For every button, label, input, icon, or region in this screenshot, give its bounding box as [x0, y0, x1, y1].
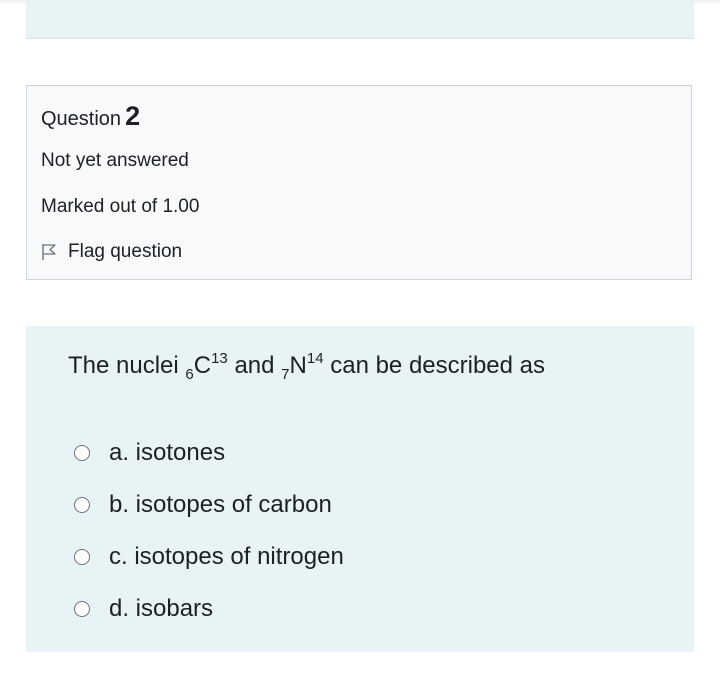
previous-question-content-bottom — [26, 0, 694, 39]
answer-option-b[interactable]: b. isotopes of carbon — [74, 479, 344, 531]
question-info-panel: Question 2 Not yet answered Marked out of… — [26, 85, 692, 280]
answer-option-a[interactable]: a. isotones — [74, 427, 344, 479]
question-state: Not yet answered — [41, 150, 189, 171]
question-text-start: The nuclei — [68, 352, 186, 379]
radio-button[interactable] — [74, 549, 90, 565]
answer-label: b. isotopes of carbon — [109, 491, 332, 518]
question-text-end: can be described as — [323, 352, 546, 379]
radio-button[interactable] — [74, 601, 90, 617]
answer-label: a. isotones — [109, 439, 226, 466]
answer-options: a. isotones b. isotopes of carbon c. iso… — [74, 427, 344, 635]
nucleus-1-symbol: C — [193, 352, 212, 379]
question-content-panel: The nuclei 6C13 and 7N14 can be describe… — [26, 326, 694, 652]
answer-option-c[interactable]: c. isotopes of nitrogen — [74, 531, 344, 583]
radio-button[interactable] — [74, 497, 90, 513]
flag-question-label: Flag question — [68, 241, 183, 262]
question-number: 2 — [125, 101, 141, 131]
nucleus-2-symbol: N — [289, 352, 307, 379]
nucleus-2-atomic-number: 7 — [281, 366, 290, 383]
answer-label: d. isobars — [109, 595, 214, 622]
nucleus-1-atomic-number: 6 — [185, 366, 194, 383]
answer-label: c. isotopes of nitrogen — [109, 543, 344, 570]
radio-button[interactable] — [74, 445, 90, 461]
question-text-middle: and — [227, 352, 282, 379]
flag-icon — [42, 244, 56, 260]
nucleus-2-mass-number: 14 — [306, 350, 324, 367]
question-grade: Marked out of 1.00 — [41, 196, 200, 217]
question-label: Question — [41, 108, 122, 130]
question-text: The nuclei 6C13 and 7N14 can be describe… — [68, 350, 546, 383]
flag-question-button[interactable]: Flag question — [41, 241, 182, 263]
answer-option-d[interactable]: d. isobars — [74, 583, 344, 635]
question-number-heading: Question 2 — [41, 101, 140, 132]
nucleus-1-mass-number: 13 — [211, 350, 228, 367]
